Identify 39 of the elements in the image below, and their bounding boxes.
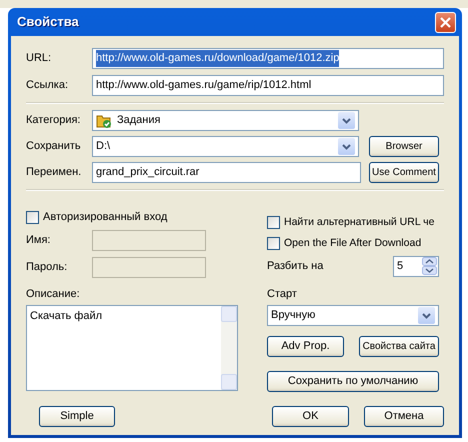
spin-arrows-icon[interactable] [422,257,437,275]
cancel-button[interactable]: Отмена [364,406,444,427]
window-title: Свойства [17,13,79,32]
action-button[interactable]: Сохранить по умолчанию [267,371,439,392]
field-label: Переимен. [26,165,82,180]
field-label: Категория: [26,113,82,128]
field-label: Пароль: [26,260,68,275]
combo-value: Задания [117,113,160,128]
checkbox[interactable] [267,237,280,250]
field-label: Сохранить [26,139,82,154]
text-field[interactable]: grand_prix_circuit.rar [92,162,361,183]
field-label: Имя: [26,232,52,248]
field-label: Старт [267,286,298,302]
field-label: Описание: [26,286,81,302]
simple-button[interactable]: Simple [39,406,115,427]
url-field[interactable]: http://www.old-games.ru/download/game/1012.zip [92,48,444,69]
field-label: Ссылка: [26,78,69,94]
checkbox-label: Найти альтернативный URL че [284,215,434,230]
ok-button[interactable]: OK [272,406,349,427]
checkbox[interactable] [267,216,280,230]
field-label: URL: [26,51,52,66]
close-icon [440,16,451,28]
checkbox[interactable] [26,210,39,224]
action-button[interactable]: Свойства сайта [359,336,439,357]
url-field[interactable]: http://www.old-games.ru/game/rip/1012.html [92,75,444,96]
combo-box[interactable]: D:\ [92,136,359,157]
action-button[interactable]: Browser [369,136,439,157]
action-button[interactable]: Adv Prop. [267,336,344,357]
action-button[interactable]: Use Comment [369,162,439,183]
checkbox-label: Авторизированный вход [43,210,168,225]
close-button[interactable] [435,12,456,32]
combo-box[interactable]: Вручную [267,305,439,326]
field-label: Разбить на [267,258,324,274]
combo-value: Вручную [271,308,316,324]
folder-icon [96,112,112,128]
spin-field[interactable]: 5 [393,256,439,276]
combo-value: D:\ [96,139,110,154]
combo-box[interactable]: Задания [92,110,359,131]
checkbox-label: Open the File After Download [284,236,422,251]
